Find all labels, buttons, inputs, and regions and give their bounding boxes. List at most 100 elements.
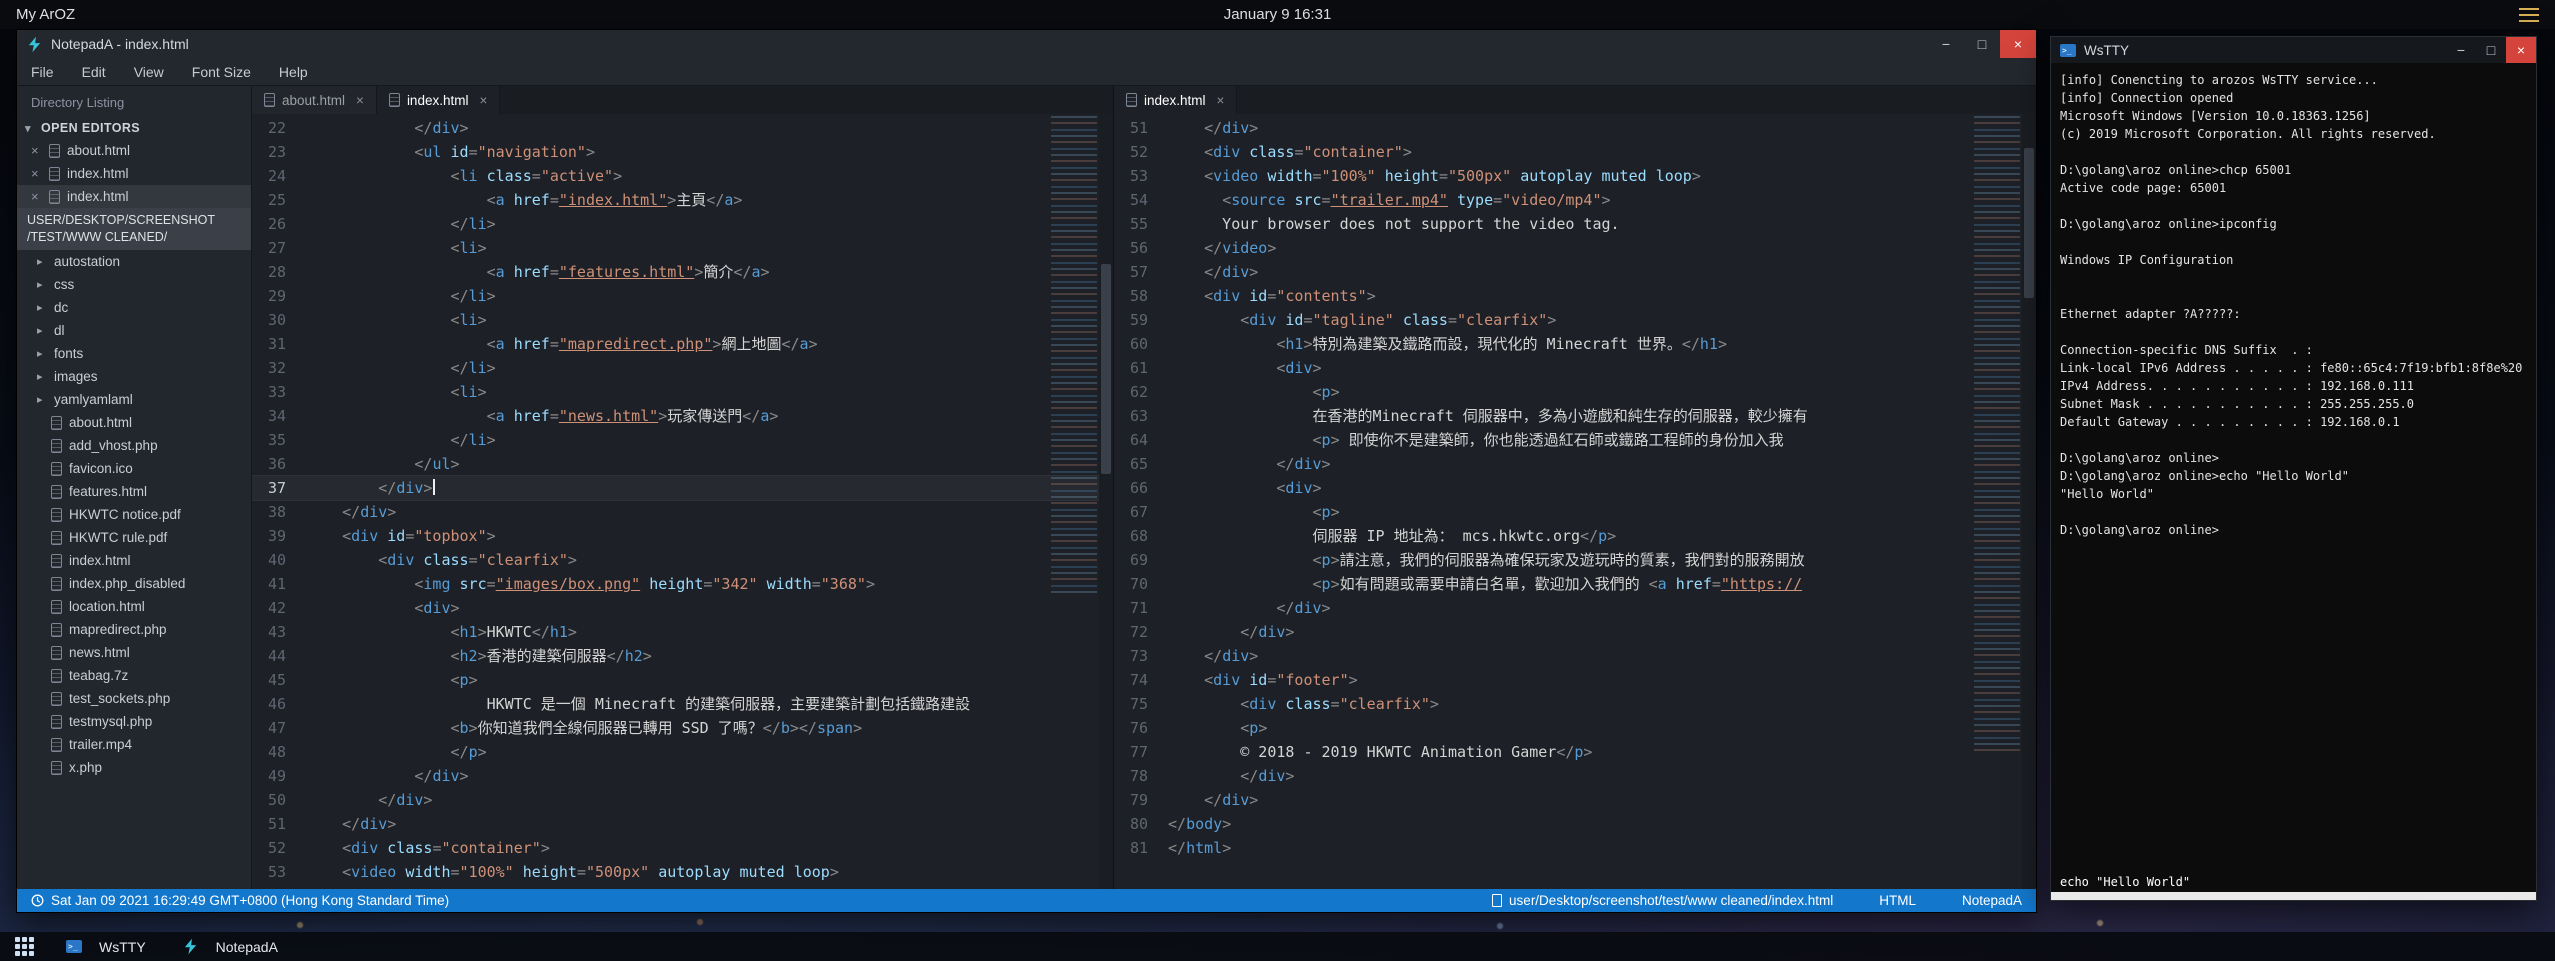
taskbar-item-notepada[interactable]: NotepadA: [164, 932, 296, 961]
code-text: 伺服器 IP 地址為： mcs.hkwtc.org</p>: [1168, 524, 2022, 548]
code-line: 40 <div class="clearfix">: [252, 548, 1099, 572]
close-editor-icon[interactable]: ×: [31, 143, 42, 158]
sidebar-file-news-html[interactable]: news.html: [17, 641, 251, 664]
sidebar-file-test-sockets-php[interactable]: test_sockets.php: [17, 687, 251, 710]
code-editor-right[interactable]: 51 </div>52 <div class="container">53 <v…: [1114, 114, 2022, 889]
sidebar-file-mapredirect-php[interactable]: mapredirect.php: [17, 618, 251, 641]
code-text: <div class="container">: [306, 836, 1099, 860]
line-number: 57: [1114, 260, 1168, 284]
sidebar-folder-autostation[interactable]: ▸autostation: [17, 250, 251, 273]
close-button[interactable]: ×: [2000, 30, 2036, 58]
menu-file[interactable]: File: [17, 64, 68, 80]
scrollbar-right[interactable]: [2022, 114, 2036, 889]
line-number: 40: [252, 548, 306, 572]
menu-help[interactable]: Help: [265, 64, 322, 80]
sidebar-file-features-html[interactable]: features.html: [17, 480, 251, 503]
sidebar-file-hkwtc-rule-pdf[interactable]: HKWTC rule.pdf: [17, 526, 251, 549]
close-button[interactable]: ×: [2506, 37, 2536, 63]
sidebar-folder-dl[interactable]: ▸dl: [17, 319, 251, 342]
open-editor-item[interactable]: ×about.html: [17, 139, 251, 162]
scrollbar-left[interactable]: [1099, 114, 1113, 889]
code-text: <a href="features.html">簡介</a>: [306, 260, 1099, 284]
minimize-button[interactable]: −: [1928, 30, 1964, 58]
sidebar-file-x-php[interactable]: x.php: [17, 756, 251, 779]
sidebar-folder-fonts[interactable]: ▸fonts: [17, 342, 251, 365]
app-grid-icon: [15, 937, 34, 956]
open-editors-section[interactable]: ▾ OPEN EDITORS: [17, 118, 251, 139]
file-icon: [51, 439, 62, 453]
maximize-button[interactable]: □: [1964, 30, 2000, 58]
code-text: </div>: [306, 476, 1099, 500]
code-line: 71 </div>: [1114, 596, 2022, 620]
tab-close-icon[interactable]: ×: [356, 93, 364, 108]
tab-close-icon[interactable]: ×: [479, 93, 487, 108]
tab-index-html[interactable]: index.html×: [377, 86, 500, 114]
sidebar-file-location-html[interactable]: location.html: [17, 595, 251, 618]
minimize-button[interactable]: −: [2446, 37, 2476, 63]
menu-view[interactable]: View: [120, 64, 178, 80]
sidebar-root-folder[interactable]: USER/DESKTOP/SCREENSHOT /TEST/WWW CLEANE…: [17, 208, 251, 250]
sidebar-folder-images[interactable]: ▸images: [17, 365, 251, 388]
terminal-line: D:\golang\aroz online>chcp 65001: [2060, 161, 2532, 179]
minimap-left[interactable]: [1051, 116, 1097, 596]
open-editor-item[interactable]: ×index.html: [17, 185, 251, 208]
terminal-output[interactable]: [info] Conencting to arozos WsTTY servic…: [2051, 63, 2536, 866]
close-editor-icon[interactable]: ×: [31, 166, 42, 181]
sidebar-folder-css[interactable]: ▸css: [17, 273, 251, 296]
close-editor-icon[interactable]: ×: [31, 189, 42, 204]
code-line: 58 <div id="contents">: [1114, 284, 2022, 308]
system-clock: January 9 16:31: [1224, 6, 1332, 23]
terminal-line: [2060, 197, 2532, 215]
terminal-input-bar[interactable]: [2051, 892, 2536, 900]
tabbar-right: index.html ×: [1114, 86, 2036, 114]
wstty-titlebar[interactable]: WsTTY − □ ×: [2051, 37, 2536, 63]
sidebar-file-favicon-ico[interactable]: favicon.ico: [17, 457, 251, 480]
minimap-right[interactable]: [1974, 116, 2020, 756]
code-line: 33 <li>: [252, 380, 1099, 404]
sidebar-file-hkwtc-notice-pdf[interactable]: HKWTC notice.pdf: [17, 503, 251, 526]
sidebar-file-index-php-disabled[interactable]: index.php_disabled: [17, 572, 251, 595]
line-number: 52: [252, 836, 306, 860]
sidebar-file-testmysql-php[interactable]: testmysql.php: [17, 710, 251, 733]
file-icon: [389, 93, 400, 107]
code-line: 69 <p>請注意，我們的伺服器為確保玩家及遊玩時的質素，我們對的服務開放: [1114, 548, 2022, 572]
sidebar-file-index-html[interactable]: index.html: [17, 549, 251, 572]
line-number: 42: [252, 596, 306, 620]
code-editor-left[interactable]: 22 </div>23 <ul id="navigation">24 <li c…: [252, 114, 1099, 889]
line-number: 45: [252, 668, 306, 692]
sidebar-file-trailer-mp4[interactable]: trailer.mp4: [17, 733, 251, 756]
notepada-titlebar[interactable]: NotepadA - index.html − □ ×: [17, 30, 2036, 58]
sidebar-folder-yamlyamlaml[interactable]: ▸yamlyamlaml: [17, 388, 251, 411]
sidebar-folder-dc[interactable]: ▸dc: [17, 296, 251, 319]
code-text: </div>: [306, 788, 1099, 812]
terminal-line: Link-local IPv6 Address . . . . . : fe80…: [2060, 359, 2532, 377]
code-text: <li>: [306, 380, 1099, 404]
sidebar-file-teabag-7z[interactable]: teabag.7z: [17, 664, 251, 687]
code-line: 59 <div id="tagline" class="clearfix">: [1114, 308, 2022, 332]
sidebar-file-about-html[interactable]: about.html: [17, 411, 251, 434]
tab-close-icon[interactable]: ×: [1217, 93, 1225, 108]
code-line: 37 </div>: [252, 476, 1099, 500]
maximize-button[interactable]: □: [2476, 37, 2506, 63]
tab-about-html[interactable]: about.html×: [252, 86, 377, 114]
tab-label: index.html: [1144, 93, 1206, 108]
line-number: 58: [1114, 284, 1168, 308]
system-menu-icon[interactable]: [2519, 8, 2539, 22]
code-text: <li>: [306, 308, 1099, 332]
start-button[interactable]: [0, 932, 48, 961]
tab-index-html[interactable]: index.html ×: [1114, 86, 1237, 114]
taskbar-item-wstty[interactable]: WsTTY: [48, 932, 164, 961]
file-icon: [51, 577, 62, 591]
open-editor-item[interactable]: ×index.html: [17, 162, 251, 185]
menu-edit[interactable]: Edit: [68, 64, 120, 80]
line-number: 37: [252, 476, 306, 500]
line-number: 78: [1114, 764, 1168, 788]
code-text: <p>: [1168, 500, 2022, 524]
code-text: <p> 即使你不是建築師，你也能透過紅石師或鐵路工程師的身份加入我: [1168, 428, 2022, 452]
code-line: 75 <div class="clearfix">: [1114, 692, 2022, 716]
sidebar-file-add-vhost-php[interactable]: add_vhost.php: [17, 434, 251, 457]
terminal-input-text[interactable]: echo "Hello World": [2051, 873, 2536, 891]
code-line: 76 <p>: [1114, 716, 2022, 740]
file-icon: [51, 554, 62, 568]
menu-font-size[interactable]: Font Size: [178, 64, 265, 80]
